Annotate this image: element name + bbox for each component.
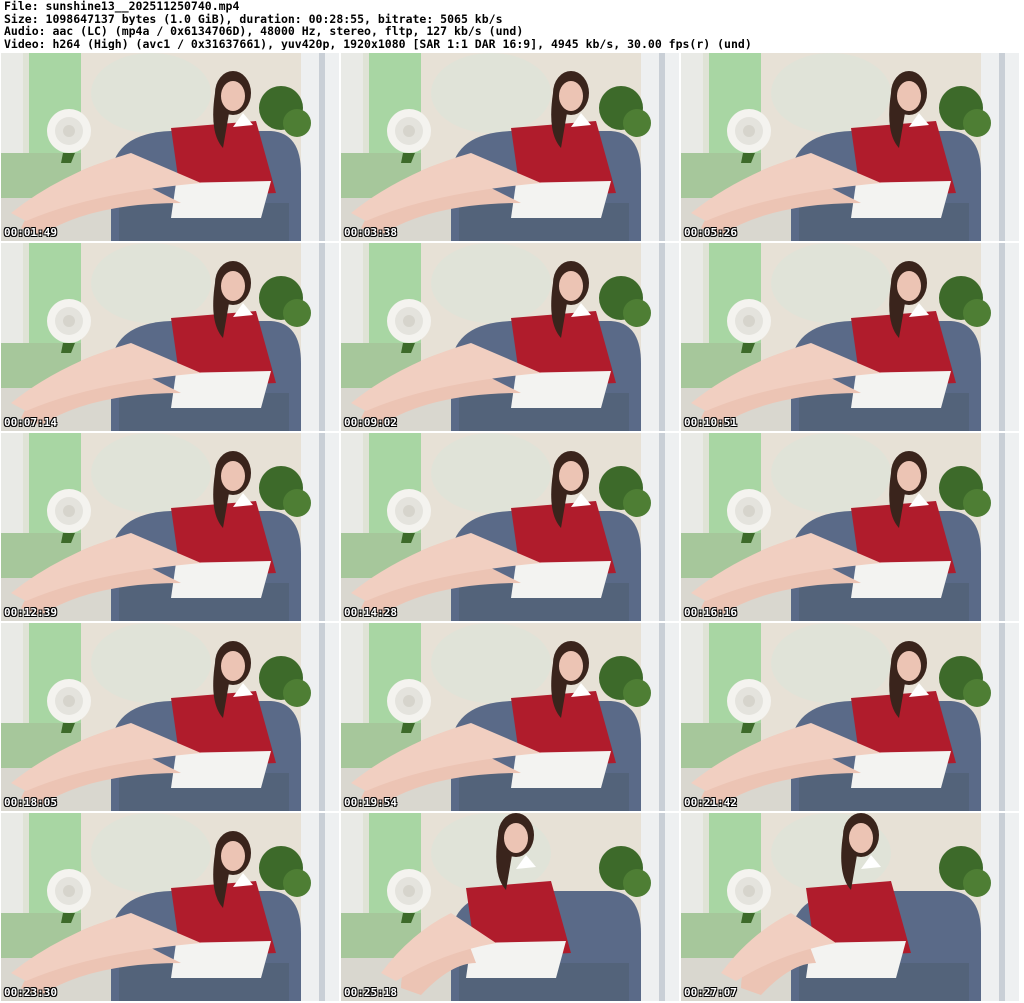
video-thumbnail: 00:27:07 <box>681 813 1019 1001</box>
video-frame-thumbnail <box>341 813 679 1001</box>
video-frame-thumbnail <box>1 433 339 621</box>
video-frame-thumbnail <box>341 433 679 621</box>
video-thumbnail: 00:14:28 <box>341 433 679 621</box>
timestamp-label: 00:27:07 <box>684 986 737 999</box>
timestamp-label: 00:01:49 <box>4 226 57 239</box>
video-thumbnail: 00:21:42 <box>681 623 1019 811</box>
video-thumbnail: 00:07:14 <box>1 243 339 431</box>
video-info-line: Video: h264 (High) (avc1 / 0x31637661), … <box>4 37 752 50</box>
video-frame-thumbnail <box>1 53 339 241</box>
video-frame-thumbnail <box>1 813 339 1001</box>
video-thumbnail: 00:18:05 <box>1 623 339 811</box>
timestamp-label: 00:10:51 <box>684 416 737 429</box>
video-thumbnail: 00:09:02 <box>341 243 679 431</box>
video-thumbnail: 00:12:39 <box>1 433 339 621</box>
video-thumbnail: 00:23:30 <box>1 813 339 1001</box>
timestamp-label: 00:05:26 <box>684 226 737 239</box>
timestamp-label: 00:14:28 <box>344 606 397 619</box>
video-thumbnail: 00:10:51 <box>681 243 1019 431</box>
timestamp-label: 00:03:38 <box>344 226 397 239</box>
timestamp-label: 00:12:39 <box>4 606 57 619</box>
file-name-line: File: sunshine13__202511250740.mp4 <box>4 0 240 13</box>
video-frame-thumbnail <box>681 53 1019 241</box>
video-thumbnail: 00:19:54 <box>341 623 679 811</box>
video-thumbnail: 00:05:26 <box>681 53 1019 241</box>
video-frame-thumbnail <box>681 813 1019 1001</box>
video-frame-thumbnail <box>341 623 679 811</box>
timestamp-label: 00:25:18 <box>344 986 397 999</box>
video-frame-thumbnail <box>681 243 1019 431</box>
timestamp-label: 00:09:02 <box>344 416 397 429</box>
video-thumbnail: 00:01:49 <box>1 53 339 241</box>
video-thumbnail: 00:25:18 <box>341 813 679 1001</box>
file-info-header: File: sunshine13__202511250740.mp4 Size:… <box>4 0 1020 52</box>
video-frame-thumbnail <box>341 243 679 431</box>
timestamp-label: 00:19:54 <box>344 796 397 809</box>
timestamp-label: 00:21:42 <box>684 796 737 809</box>
video-frame-thumbnail <box>681 623 1019 811</box>
thumbnail-grid: 00:01:49 00:03:38 00:05:26 00:07:14 00:0… <box>1 53 1019 1001</box>
video-frame-thumbnail <box>1 243 339 431</box>
video-frame-thumbnail <box>341 53 679 241</box>
video-thumbnail: 00:16:16 <box>681 433 1019 621</box>
timestamp-label: 00:07:14 <box>4 416 57 429</box>
audio-info-line: Audio: aac (LC) (mp4a / 0x6134706D), 480… <box>4 25 524 38</box>
file-size-line: Size: 1098647137 bytes (1.0 GiB), durati… <box>4 12 503 25</box>
video-frame-thumbnail <box>1 623 339 811</box>
timestamp-label: 00:23:30 <box>4 986 57 999</box>
video-thumbnail: 00:03:38 <box>341 53 679 241</box>
video-frame-thumbnail <box>681 433 1019 621</box>
timestamp-label: 00:18:05 <box>4 796 57 809</box>
timestamp-label: 00:16:16 <box>684 606 737 619</box>
